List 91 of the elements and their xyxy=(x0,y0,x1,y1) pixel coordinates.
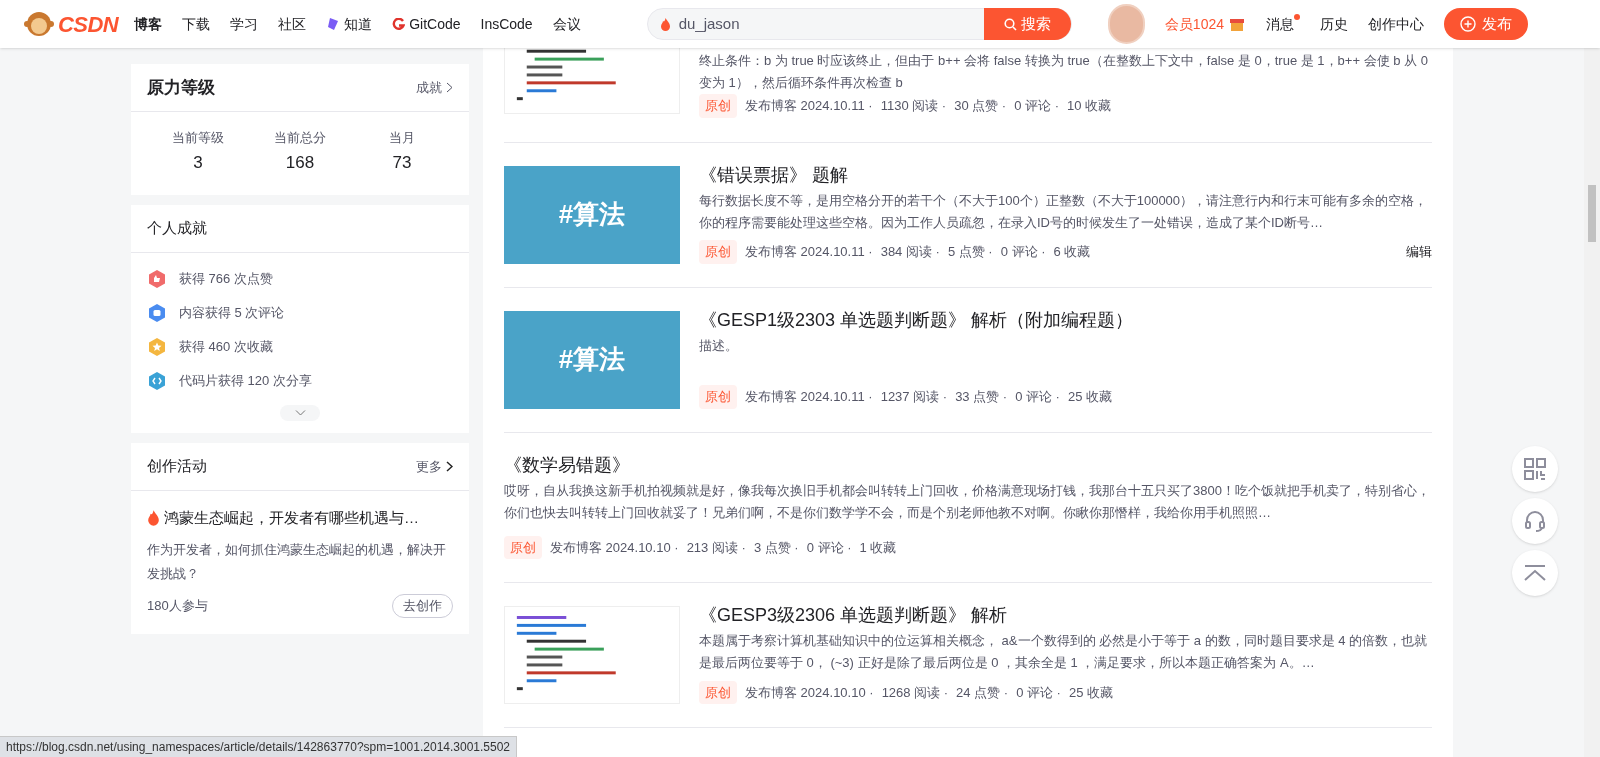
chevron-right-icon xyxy=(446,82,453,93)
stat-label: 当月 xyxy=(389,129,415,147)
topic-description: 作为开发者，如何抓住鸿蒙生态崛起的机遇，解决开发挑战？ xyxy=(147,540,447,583)
article-meta: 1130 阅读 · xyxy=(880,97,947,115)
article-meta: 25 收藏 xyxy=(1068,683,1113,702)
nav-link[interactable]: 知道 xyxy=(326,13,373,35)
qr-code-button[interactable] xyxy=(1512,446,1558,492)
article-title[interactable]: 《错误票据》 题解 xyxy=(699,161,1432,188)
thumbnail-text: #算法 xyxy=(558,343,626,376)
card-title: 个人成就 xyxy=(147,218,207,239)
flame-icon xyxy=(659,17,671,31)
original-tag: 原创 xyxy=(699,385,737,409)
article-meta: 发布博客 2024.10.11 · xyxy=(745,97,873,115)
card-title: 原力等级 xyxy=(147,76,215,99)
nav-link[interactable]: 社区 xyxy=(278,13,307,35)
scrollbar[interactable] xyxy=(1584,48,1600,757)
search-icon xyxy=(1004,17,1018,31)
stat-label: 当前总分 xyxy=(274,129,326,147)
status-url: https://blog.csdn.net/using_namespaces/article/details/142863770?spm=1001.2014.3001.5502 xyxy=(0,736,518,757)
article-meta: 6 收藏 xyxy=(1053,243,1091,261)
nav-link[interactable]: InsCode xyxy=(480,13,533,35)
flame-icon xyxy=(147,510,160,527)
article-title[interactable]: 《GESP1级2303 单选题判断题》 解析（附加编程题） xyxy=(699,306,1432,333)
g-letter-icon xyxy=(392,17,406,31)
article-meta: 发布博客 2024.10.11 · xyxy=(745,243,873,261)
original-tag: 原创 xyxy=(699,240,737,264)
article-meta: 0 评论 · xyxy=(806,538,852,557)
card-title: 创作活动 xyxy=(147,456,207,477)
article-summary: 终止条件：b 为 true 时应该终止，但由于 b++ 会将 false 转换为 true（在整数上下文中，false 是 0，true 是 1，b++ 会使 b 从 0 变为 1），然后循环条件再次检查 b xyxy=(699,52,1429,92)
achievement-link[interactable]: 成就 xyxy=(416,77,453,98)
article-meta: 0 评论 · xyxy=(1000,243,1046,261)
article-meta: 1237 阅读 · xyxy=(880,388,948,406)
achievement-text: 获得 766 次点赞 xyxy=(179,270,273,289)
header-link[interactable]: 消息 xyxy=(1266,13,1294,35)
thumbnail-text: #算法 xyxy=(558,198,626,231)
header-link[interactable]: 创作中心 xyxy=(1368,13,1424,35)
expand-button[interactable] xyxy=(280,405,320,421)
article-meta: 384 阅读 · xyxy=(880,243,940,261)
article-meta: 0 评论 · xyxy=(1014,97,1059,115)
monkey-logo-icon xyxy=(24,11,54,37)
article-meta: 发布博客 2024.10.11 · xyxy=(745,388,873,406)
article-summary: 本题属于考察计算机基础知识中的位运算相关概念， a&一个数得到的 必然是小于等于 a 的数，同时题目要求是 4 的倍数，也就是最后两位要等于 0， (~3) 正好是除了最后两位是 0 ，其余全是 1 ，满足要求，所以本题正确答案为 A。… xyxy=(699,632,1429,672)
more-link[interactable]: 更多 xyxy=(416,456,453,477)
stat-value: 168 xyxy=(285,151,315,174)
article-meta: 25 收藏 xyxy=(1067,388,1113,406)
article-summary: 描述。 xyxy=(699,336,739,355)
article-meta: 1268 阅读 · xyxy=(881,683,949,702)
article-meta: 3 点赞 · xyxy=(753,538,799,557)
search-field[interactable]: du_jason 搜索 xyxy=(646,8,1073,40)
edit-link[interactable]: 编辑 xyxy=(1406,242,1432,262)
avatar[interactable] xyxy=(1108,4,1145,44)
back-to-top-icon xyxy=(1523,564,1547,582)
nav-link[interactable]: 下载 xyxy=(182,13,211,35)
article-meta: 1 收藏 xyxy=(859,538,897,557)
article-title[interactable]: 《GESP3级2306 单选题判断题》 解析 xyxy=(699,602,1432,628)
original-tag: 原创 xyxy=(504,535,542,559)
article-meta: 5 点赞 · xyxy=(947,243,993,261)
back-to-top-button[interactable] xyxy=(1512,550,1558,596)
article-meta: 发布博客 2024.10.10 · xyxy=(550,538,679,557)
article-title[interactable]: 《数学易错题》 xyxy=(504,451,1432,478)
chevron-down-icon xyxy=(294,410,306,416)
stat-value: 3 xyxy=(193,151,203,174)
article-meta: 24 点赞 · xyxy=(956,683,1009,702)
stat-label: 当前等级 xyxy=(172,129,224,147)
nav-link[interactable]: GitCode xyxy=(392,13,461,35)
article-meta: 33 点赞 · xyxy=(955,388,1008,406)
article-summary: 哎呀，自从我换这新手机拍视频就是好，像我每次换旧手机都会叫转转上门回收，价格满意现场打钱，我那台十五只买了3800！吃个饭就把手机卖了，特别省心，你们也快去叫转转上门回收就妥了！兄弟们啊，不是你们数学学不会，而是个别老师他教不对啊。你瞅你那憯样，我给你用手机照照… xyxy=(504,481,1431,522)
qr-code-icon xyxy=(1524,458,1546,480)
participant-count: 180人参与 xyxy=(147,596,208,615)
support-button[interactable] xyxy=(1512,498,1558,544)
stat-value: 73 xyxy=(392,151,412,174)
article-meta: 10 收藏 xyxy=(1067,97,1112,115)
article-meta: 0 评论 · xyxy=(1016,683,1061,702)
achievement-text: 获得 460 次收藏 xyxy=(179,338,273,357)
article-meta: 发布博客 2024.10.10 · xyxy=(745,683,874,702)
plus-icon xyxy=(1460,16,1476,32)
original-tag: 原创 xyxy=(699,94,737,118)
chevron-right-icon xyxy=(446,461,453,472)
article-meta: 30 点赞 · xyxy=(954,97,1007,115)
nav-link[interactable]: 会议 xyxy=(552,13,581,35)
article-meta: 0 评论 · xyxy=(1015,388,1060,406)
article-summary: 每行数据长度不等，是用空格分开的若干个（不大于100个）正整数（不大于100000），请注意行内和行末可能有多余的空格，你的程序需要能处理这些空格。因为工作人员疏忽，在录入ID号的时候发生了一处错误，造成了某个ID断号… xyxy=(699,191,1429,232)
topic-link[interactable]: 鸿蒙生态崛起，开发者有哪些机遇与… xyxy=(164,507,419,530)
nav-link[interactable]: 博客 xyxy=(134,13,163,35)
original-tag: 原创 xyxy=(699,680,737,704)
achievement-text: 内容获得 5 次评论 xyxy=(179,304,285,323)
nav-link[interactable]: 学习 xyxy=(230,13,259,35)
achievement-text: 代码片获得 120 次分享 xyxy=(179,372,312,391)
headset-icon xyxy=(1523,509,1547,533)
article-meta: 213 阅读 · xyxy=(686,538,746,557)
header-link[interactable]: 历史 xyxy=(1320,13,1348,35)
